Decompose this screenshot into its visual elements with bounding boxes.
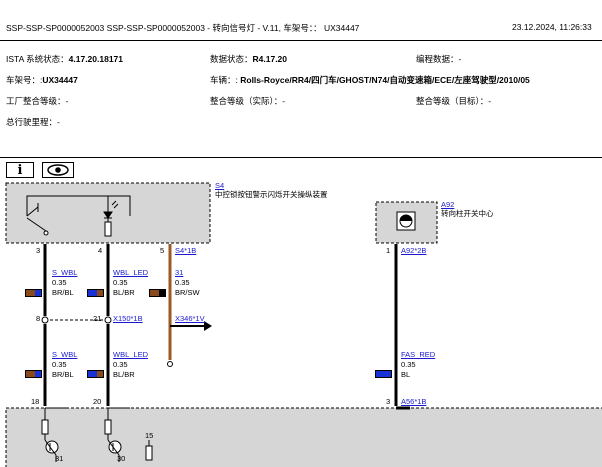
x150-connector-link[interactable]: X150*1B (113, 314, 143, 323)
a56-connector-link[interactable]: A56*1B (401, 397, 426, 406)
wire-1-color-swatch (25, 289, 42, 297)
wire-5-color-swatch (87, 370, 104, 378)
s4-component-link[interactable]: S4 (215, 181, 224, 190)
a92-component-link[interactable]: A92 (441, 200, 454, 209)
a92-module-icon (396, 211, 416, 231)
s4-component-desc: 中控锁按钮警示闪烁开关操纵装置 (215, 190, 328, 199)
wire-4-name[interactable]: S_WBL (52, 350, 77, 359)
a92-pin-1: 1 (386, 246, 391, 255)
x346-connector-link[interactable]: X346*1V (175, 314, 205, 323)
s4-pin-4: 4 (98, 246, 103, 255)
wire-1-size: 0.35 (52, 278, 67, 287)
wire-2-color: BL/BR (113, 288, 135, 297)
wire-6-color: BL (401, 370, 411, 379)
wire-6-color-swatch (375, 370, 392, 378)
wire-1-name[interactable]: S_WBL (52, 268, 77, 277)
a56-pin-3: 3 (386, 397, 391, 406)
wire-2-name[interactable]: WBL_LED (113, 268, 148, 277)
transistor-pin-30: 30 (117, 454, 126, 463)
wiring-schematic (5, 182, 602, 467)
bottom-pin-20: 20 (93, 397, 102, 406)
transistor-pin-31: 31 (55, 454, 64, 463)
bottom-pin-18: 18 (31, 397, 40, 406)
wire-lines (43, 244, 398, 406)
s4-pin-5: 5 (160, 246, 165, 255)
wire-6-name[interactable]: FAS_RED (401, 350, 435, 359)
s4-connector-link[interactable]: S4*1B (175, 246, 196, 255)
a92-connector-link[interactable]: A92*2B (401, 246, 426, 255)
wire-5-size: 0.35 (113, 360, 128, 369)
wire-3-color: BR/SW (175, 288, 200, 297)
wire-3-name[interactable]: 31 (175, 268, 183, 277)
wire-2-size: 0.35 (113, 278, 128, 287)
terminal-15: 15 (145, 431, 154, 440)
wire-2-color-swatch (87, 289, 104, 297)
wire-6-size: 0.35 (401, 360, 416, 369)
wire-4-color: BR/BL (52, 370, 74, 379)
wire-3-color-swatch (149, 289, 166, 297)
wire-4-color-swatch (25, 370, 42, 378)
a92-component-desc: 转向柱开关中心 (441, 209, 494, 218)
wire-1-color: BR/BL (52, 288, 74, 297)
x150-pin-8: 8 (36, 314, 41, 323)
a56-component-box (5, 407, 602, 467)
wire-3-size: 0.35 (175, 278, 190, 287)
s4-pin-3: 3 (36, 246, 41, 255)
wire-5-color: BL/BR (113, 370, 135, 379)
wire-5-name[interactable]: WBL_LED (113, 350, 148, 359)
wire-4-size: 0.35 (52, 360, 67, 369)
x150-pin-21: 21 (93, 314, 102, 323)
